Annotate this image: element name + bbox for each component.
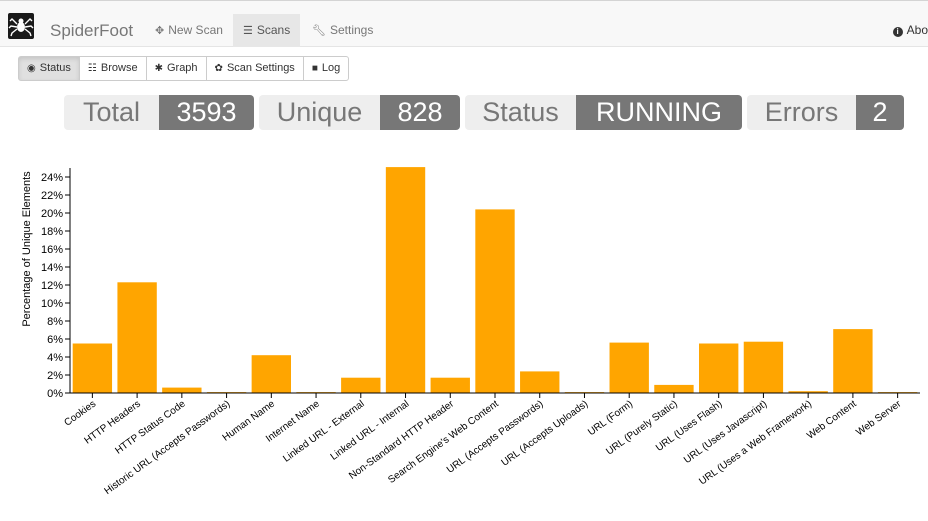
x-tick-label: Cookies — [62, 399, 98, 429]
x-tick-label: Web Content — [805, 398, 859, 441]
y-tick-label: 6% — [47, 334, 63, 346]
bar[interactable] — [609, 342, 649, 393]
bar[interactable] — [162, 387, 202, 393]
y-tick-label: 8% — [47, 316, 63, 328]
x-tick-label: Linked URL - External — [281, 399, 366, 465]
y-tick-label: 4% — [47, 352, 63, 364]
x-tick-label: URL (Accepts Uploads) — [500, 399, 591, 469]
bar[interactable] — [654, 384, 694, 393]
bar[interactable] — [430, 377, 470, 393]
y-tick-label: 12% — [41, 280, 63, 292]
x-tick-label: Web Server — [854, 398, 904, 438]
y-tick-label: 20% — [41, 208, 63, 220]
bar[interactable] — [117, 282, 157, 393]
y-tick-label: 14% — [41, 262, 63, 274]
x-tick-label: URL (Uses Javascript) — [682, 399, 769, 466]
y-tick-label: 2% — [47, 370, 63, 382]
bar[interactable] — [743, 341, 784, 393]
bar[interactable] — [341, 377, 381, 393]
y-tick-label: 22% — [41, 190, 63, 202]
x-tick-label: Linked URL - Internal — [329, 399, 412, 463]
y-tick-label: 10% — [41, 298, 63, 310]
y-axis-label: Percentage of Unique Elements — [21, 171, 33, 327]
unique-elements-bar-chart: 0% 2% 4% 6% 8% 10% 12% 14% 16% 18% 20% 22% 24% Cooki… — [21, 167, 920, 497]
x-axis: CookiesHTTP HeadersHTTP Status CodeHisto… — [62, 392, 920, 497]
bars — [72, 167, 918, 394]
bar[interactable] — [699, 343, 739, 394]
y-axis: 0% 2% 4% 6% 8% 10% 12% 14% 16% 18% 20% 22% 24% — [41, 168, 71, 400]
bar[interactable] — [520, 371, 560, 393]
bar[interactable] — [72, 343, 113, 394]
bar[interactable] — [475, 209, 515, 393]
y-tick-label: 18% — [41, 226, 63, 238]
y-tick-label: 24% — [41, 172, 63, 184]
bar[interactable] — [833, 329, 873, 393]
bar[interactable] — [385, 167, 426, 393]
bar[interactable] — [251, 355, 291, 393]
y-tick-label: 16% — [41, 244, 63, 256]
y-tick-label: 0% — [47, 388, 63, 400]
